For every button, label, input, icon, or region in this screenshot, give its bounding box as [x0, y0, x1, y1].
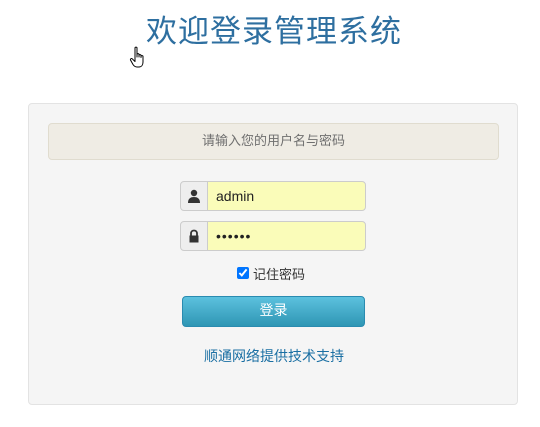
user-icon: [180, 181, 208, 211]
hand-pointer-icon: [129, 46, 144, 68]
username-group: [180, 181, 366, 211]
username-input[interactable]: [207, 181, 366, 211]
remember-password-label: 记住密码: [253, 267, 306, 283]
login-page: 欢迎登录管理系统 请输入您的用户名与密码 admin •••••• 记住密码 登…: [0, 0, 540, 427]
login-hint-alert: 请输入您的用户名与密码: [48, 123, 499, 160]
password-group: [180, 221, 366, 251]
tech-support-link[interactable]: 顺通网络提供技术支持: [29, 346, 519, 366]
remember-password-option[interactable]: 记住密码: [237, 264, 306, 283]
password-input[interactable]: [207, 221, 366, 251]
login-panel: 请输入您的用户名与密码 记住密码 登录 顺通: [28, 103, 518, 405]
remember-password-checkbox[interactable]: [237, 267, 249, 279]
lock-icon: [180, 221, 208, 251]
page-title: 欢迎登录管理系统: [146, 14, 402, 50]
login-button[interactable]: 登录: [182, 296, 365, 327]
